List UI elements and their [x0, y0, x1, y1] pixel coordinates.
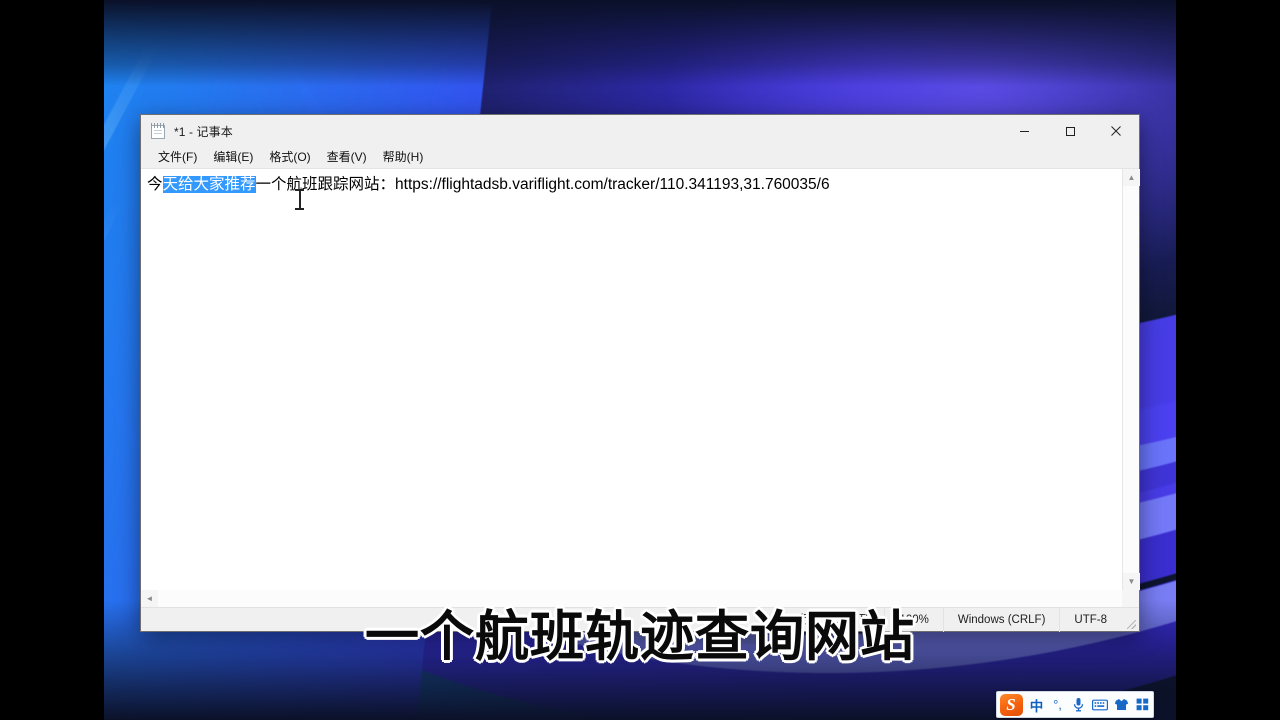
skin-icon[interactable] — [1111, 692, 1132, 717]
doc-text-selected: 天给大家推荐 — [162, 176, 256, 193]
wallpaper-top-shade — [104, 0, 1176, 86]
menu-item-format[interactable]: 格式(O) — [261, 147, 318, 168]
soft-keyboard-icon[interactable] — [1089, 692, 1111, 717]
sogou-ime-toolbar: S 中 °, — [996, 691, 1154, 718]
resize-grip[interactable] — [1121, 608, 1139, 632]
letterbox-left — [0, 0, 104, 720]
scroll-up-arrow[interactable]: ▲ — [1123, 169, 1140, 186]
menu-item-edit[interactable]: 编辑(E) — [205, 147, 261, 168]
doc-text-suffix: 一个航班跟踪网站：https://flightadsb.variflight.c… — [255, 176, 830, 193]
language-mode-icon[interactable]: 中 — [1026, 692, 1047, 717]
window-title: *1 - 记事本 — [174, 124, 233, 139]
title-bar[interactable]: *1 - 记事本 — [141, 115, 1139, 147]
doc-text-prefix: 今 — [147, 176, 163, 193]
window-controls — [1001, 115, 1139, 147]
sogou-logo-letter: S — [999, 693, 1023, 716]
toolbox-icon[interactable] — [1132, 692, 1153, 717]
status-encoding: UTF-8 — [1059, 607, 1121, 632]
status-line-ending: Windows (CRLF) — [942, 607, 1060, 632]
status-bar: 第 1 行，第 100 列 100% Windows (CRLF) UTF-8 — [141, 607, 1139, 632]
voice-input-icon[interactable] — [1068, 692, 1089, 717]
menu-item-view[interactable]: 查看(V) — [319, 147, 375, 168]
text-editor[interactable]: 今天给大家推荐一个航班跟踪网站：https://flightadsb.varif… — [141, 169, 1122, 590]
minimize-button[interactable] — [1001, 115, 1047, 147]
screen: *1 - 记事本 文件(F) 编辑(E) 格式(O) 查看(V) 帮助(H) 今… — [0, 0, 1280, 720]
horizontal-scrollbar[interactable]: ◄ — [141, 590, 1139, 607]
sogou-logo-icon[interactable]: S — [998, 692, 1024, 717]
notepad-icon — [151, 123, 167, 139]
close-button[interactable] — [1093, 115, 1139, 147]
scrollbar-corner — [1122, 590, 1139, 607]
letterbox-right — [1176, 0, 1280, 720]
punctuation-mode-icon[interactable]: °, — [1047, 692, 1068, 717]
editor-area: 今天给大家推荐一个航班跟踪网站：https://flightadsb.varif… — [141, 168, 1140, 590]
maximize-button[interactable] — [1047, 115, 1093, 147]
menu-item-file[interactable]: 文件(F) — [150, 147, 205, 168]
notepad-window: *1 - 记事本 文件(F) 编辑(E) 格式(O) 查看(V) 帮助(H) 今… — [140, 114, 1140, 632]
status-zoom: 100% — [884, 607, 942, 632]
vertical-scrollbar[interactable]: ▲ ▼ — [1122, 169, 1140, 590]
scroll-left-arrow[interactable]: ◄ — [141, 590, 158, 607]
menu-item-help[interactable]: 帮助(H) — [375, 147, 432, 168]
scroll-down-arrow[interactable]: ▼ — [1123, 573, 1140, 590]
vertical-scroll-track[interactable] — [1123, 186, 1139, 573]
document-line: 今天给大家推荐一个航班跟踪网站：https://flightadsb.varif… — [147, 175, 1118, 195]
horizontal-scroll-track[interactable] — [158, 590, 1122, 607]
menu-bar: 文件(F) 编辑(E) 格式(O) 查看(V) 帮助(H) — [141, 147, 1139, 168]
status-position: 第 1 行，第 100 列 — [759, 607, 885, 632]
